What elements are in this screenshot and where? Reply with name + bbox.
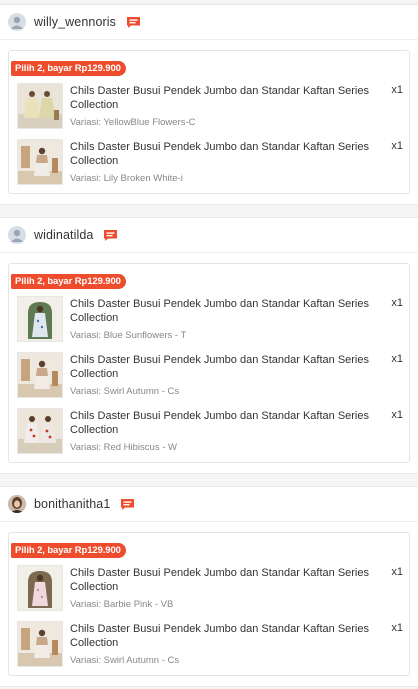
product-info: Chils Daster Busui Pendek Jumbo dan Stan…	[70, 565, 403, 610]
buyer-username[interactable]: widinatilda	[34, 228, 93, 242]
product-title[interactable]: Chils Daster Busui Pendek Jumbo dan Stan…	[70, 84, 377, 112]
default-avatar-icon[interactable]	[8, 226, 26, 244]
order-list: willy_wennoris Pilih 2, bayar Rp129.900 …	[0, 4, 418, 687]
product-info: Chils Daster Busui Pendek Jumbo dan Stan…	[70, 621, 403, 666]
chat-bubble-icon[interactable]	[103, 229, 118, 242]
item-list: Chils Daster Busui Pendek Jumbo dan Stan…	[11, 83, 403, 185]
buyer-username[interactable]: willy_wennoris	[34, 15, 116, 29]
buyer-row[interactable]: willy_wennoris	[0, 5, 418, 40]
order-block: bonithanitha1 Pilih 2, bayar Rp129.900 C…	[0, 486, 418, 687]
product-thumbnail[interactable]	[17, 139, 63, 185]
product-info: Chils Daster Busui Pendek Jumbo dan Stan…	[70, 352, 403, 397]
product-item[interactable]: Chils Daster Busui Pendek Jumbo dan Stan…	[11, 352, 403, 398]
order-block: widinatilda Pilih 2, bayar Rp129.900 Chi…	[0, 217, 418, 474]
buyer-username[interactable]: bonithanitha1	[34, 497, 110, 511]
product-thumbnail[interactable]	[17, 352, 63, 398]
product-item[interactable]: Chils Daster Busui Pendek Jumbo dan Stan…	[11, 139, 403, 185]
product-variation: Variasi: Red Hibiscus - W	[70, 442, 177, 453]
buyer-row[interactable]: widinatilda	[0, 218, 418, 253]
promo-badge: Pilih 2, bayar Rp129.900	[11, 274, 126, 289]
buyer-row[interactable]: bonithanitha1	[0, 487, 418, 522]
product-info: Chils Daster Busui Pendek Jumbo dan Stan…	[70, 296, 403, 341]
product-info: Chils Daster Busui Pendek Jumbo dan Stan…	[70, 139, 403, 184]
item-list: Chils Daster Busui Pendek Jumbo dan Stan…	[11, 296, 403, 454]
product-info: Chils Daster Busui Pendek Jumbo dan Stan…	[70, 408, 403, 453]
product-title[interactable]: Chils Daster Busui Pendek Jumbo dan Stan…	[70, 297, 377, 325]
product-quantity: x1	[391, 353, 403, 365]
product-title[interactable]: Chils Daster Busui Pendek Jumbo dan Stan…	[70, 622, 377, 650]
product-item[interactable]: Chils Daster Busui Pendek Jumbo dan Stan…	[11, 408, 403, 454]
product-title[interactable]: Chils Daster Busui Pendek Jumbo dan Stan…	[70, 409, 377, 437]
avatar-photo[interactable]	[8, 495, 26, 513]
product-info: Chils Daster Busui Pendek Jumbo dan Stan…	[70, 83, 403, 128]
bundle-card[interactable]: Pilih 2, bayar Rp129.900 Chils Daster Bu…	[8, 532, 410, 676]
product-thumbnail[interactable]	[17, 621, 63, 667]
product-title[interactable]: Chils Daster Busui Pendek Jumbo dan Stan…	[70, 140, 377, 168]
promo-badge: Pilih 2, bayar Rp129.900	[11, 61, 126, 76]
product-title[interactable]: Chils Daster Busui Pendek Jumbo dan Stan…	[70, 353, 377, 381]
product-quantity: x1	[391, 409, 403, 421]
bundle-card[interactable]: Pilih 2, bayar Rp129.900 Chils Daster Bu…	[8, 263, 410, 463]
bundle-card[interactable]: Pilih 2, bayar Rp129.900 Chils Daster Bu…	[8, 50, 410, 194]
product-variation: Variasi: YellowBlue Flowers-C	[70, 117, 196, 128]
promo-badge: Pilih 2, bayar Rp129.900	[11, 543, 126, 558]
product-thumbnail[interactable]	[17, 296, 63, 342]
chat-bubble-icon[interactable]	[126, 16, 141, 29]
chat-bubble-icon[interactable]	[120, 498, 135, 511]
product-variation: Variasi: Swirl Autumn - Cs	[70, 655, 180, 666]
product-thumbnail[interactable]	[17, 565, 63, 611]
default-avatar-icon[interactable]	[8, 13, 26, 31]
product-quantity: x1	[391, 566, 403, 578]
product-item[interactable]: Chils Daster Busui Pendek Jumbo dan Stan…	[11, 621, 403, 667]
product-variation: Variasi: Blue Sunflowers - T	[70, 330, 187, 341]
product-variation: Variasi: Barbie Pink - VB	[70, 599, 174, 610]
product-title[interactable]: Chils Daster Busui Pendek Jumbo dan Stan…	[70, 566, 377, 594]
product-quantity: x1	[391, 140, 403, 152]
product-thumbnail[interactable]	[17, 83, 63, 129]
product-quantity: x1	[391, 622, 403, 634]
product-thumbnail[interactable]	[17, 408, 63, 454]
product-variation: Variasi: Lily Broken White-i	[70, 173, 183, 184]
item-list: Chils Daster Busui Pendek Jumbo dan Stan…	[11, 565, 403, 667]
product-variation: Variasi: Swirl Autumn - Cs	[70, 386, 180, 397]
product-item[interactable]: Chils Daster Busui Pendek Jumbo dan Stan…	[11, 296, 403, 342]
product-item[interactable]: Chils Daster Busui Pendek Jumbo dan Stan…	[11, 83, 403, 129]
product-quantity: x1	[391, 297, 403, 309]
product-item[interactable]: Chils Daster Busui Pendek Jumbo dan Stan…	[11, 565, 403, 611]
order-block: willy_wennoris Pilih 2, bayar Rp129.900 …	[0, 4, 418, 205]
product-quantity: x1	[391, 84, 403, 96]
